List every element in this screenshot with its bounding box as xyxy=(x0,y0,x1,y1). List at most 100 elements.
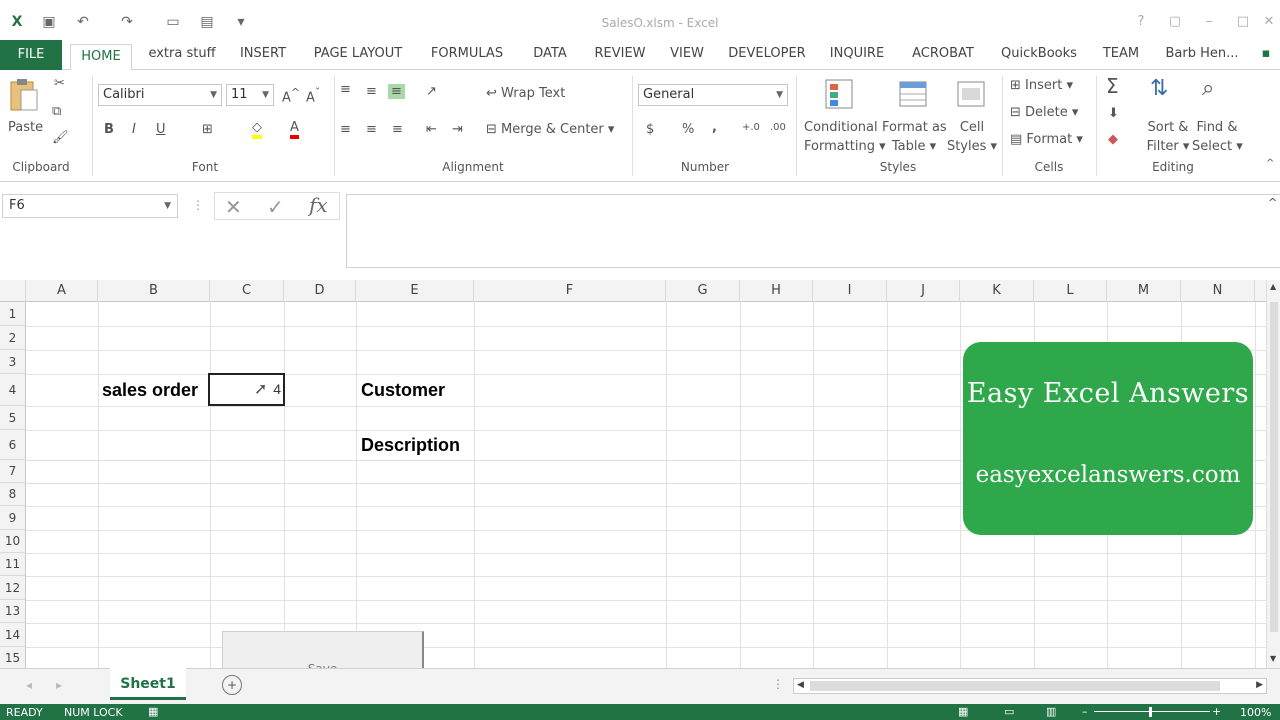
underline-button[interactable]: U xyxy=(156,122,166,137)
decrease-decimal-icon[interactable]: .00 xyxy=(770,122,786,133)
sheet-splitter-icon[interactable]: ⋮ xyxy=(772,677,784,691)
zoom-slider[interactable] xyxy=(1094,711,1210,712)
row-header-12[interactable]: 12 xyxy=(0,576,26,600)
row-header-3[interactable]: 3 xyxy=(0,350,26,374)
borders-icon[interactable]: ⊞ xyxy=(202,122,213,137)
column-header-d[interactable]: D xyxy=(284,280,356,302)
align-bottom-icon[interactable]: ≡ xyxy=(388,84,405,99)
row-header-8[interactable]: 8 xyxy=(0,483,26,506)
scroll-down-icon[interactable]: ▼ xyxy=(1270,654,1276,663)
row-header-2[interactable]: 2 xyxy=(0,326,26,350)
align-right-icon[interactable]: ≡ xyxy=(392,122,403,137)
cell-b4[interactable]: sales order xyxy=(102,380,198,401)
conditional-formatting-button[interactable]: Conditional Formatting ▾ xyxy=(804,118,886,156)
collapse-formula-bar-icon[interactable]: ^ xyxy=(1268,196,1277,209)
row-header-6[interactable]: 6 xyxy=(0,430,26,460)
tab-review[interactable]: REVIEW xyxy=(594,46,646,68)
cell-e6[interactable]: Description xyxy=(361,435,460,456)
sheet-prev-icon[interactable]: ◂ xyxy=(26,678,32,692)
close-icon[interactable]: ✕ xyxy=(1258,12,1280,32)
new-sheet-icon[interactable]: + xyxy=(222,675,242,695)
delete-cells-button[interactable]: ⊟ Delete ▾ xyxy=(1010,105,1078,120)
align-middle-icon[interactable]: ≡ xyxy=(366,84,377,99)
tab-page-layout[interactable]: PAGE LAYOUT xyxy=(308,46,408,68)
insert-function-button[interactable]: fx xyxy=(309,193,328,217)
row-header-13[interactable]: 13 xyxy=(0,600,26,623)
row-header-14[interactable]: 14 xyxy=(0,623,26,647)
undo-icon[interactable]: ↶ xyxy=(74,13,92,31)
row-header-4[interactable]: 4 xyxy=(0,374,26,406)
account-icon[interactable]: ▪ xyxy=(1256,46,1276,68)
sheet-next-icon[interactable]: ▸ xyxy=(56,678,62,692)
tab-file[interactable]: FILE xyxy=(0,40,62,70)
tab-view[interactable]: VIEW xyxy=(668,46,706,68)
tab-insert[interactable]: INSERT xyxy=(236,46,290,68)
tab-formulas[interactable]: FORMULAS xyxy=(428,46,506,68)
sheet-tab-sheet1[interactable]: Sheet1 xyxy=(110,668,186,700)
zoom-slider-thumb[interactable] xyxy=(1149,707,1152,717)
horizontal-scrollbar[interactable]: ◀ ▶ xyxy=(793,678,1267,694)
cell-styles-icon[interactable] xyxy=(956,78,988,110)
decrease-font-icon[interactable]: Aˇ xyxy=(306,86,320,105)
merge-center-button[interactable]: ⊟ Merge & Center ▾ xyxy=(486,122,614,137)
column-header-m[interactable]: M xyxy=(1107,280,1181,302)
column-header-l[interactable]: L xyxy=(1034,280,1107,302)
font-size-dropdown[interactable]: 11 ▼ xyxy=(226,84,274,106)
scroll-up-icon[interactable]: ▲ xyxy=(1270,282,1276,291)
font-color-icon[interactable]: A xyxy=(290,120,299,139)
align-left-icon[interactable]: ≡ xyxy=(340,122,351,137)
minimize-icon[interactable]: – xyxy=(1198,12,1220,32)
cut-icon[interactable]: ✂ xyxy=(54,76,65,91)
orientation-icon[interactable]: ↗ xyxy=(426,84,437,99)
zoom-level[interactable]: 100% xyxy=(1240,706,1271,719)
copy-icon[interactable]: ⧉ xyxy=(52,104,61,119)
bold-button[interactable]: B xyxy=(104,122,114,137)
column-header-g[interactable]: G xyxy=(666,280,740,302)
autosum-icon[interactable]: Σ xyxy=(1106,74,1119,98)
redo-icon[interactable]: ↷ xyxy=(118,13,136,31)
fill-color-icon[interactable]: ◇ xyxy=(252,120,262,139)
column-header-f[interactable]: F xyxy=(474,280,666,302)
enter-icon[interactable]: ✓ xyxy=(267,195,284,219)
zoom-out-icon[interactable]: – xyxy=(1082,705,1088,718)
paste-button[interactable]: Paste xyxy=(8,120,43,135)
currency-button[interactable]: $ xyxy=(646,122,654,137)
user-name[interactable]: Barb Hen... xyxy=(1160,46,1244,68)
tab-developer[interactable]: DEVELOPER xyxy=(728,46,806,68)
column-header-n[interactable]: N xyxy=(1181,280,1255,302)
column-header-b[interactable]: B xyxy=(98,280,210,302)
form-icon[interactable]: ▤ xyxy=(198,13,216,31)
maximize-icon[interactable]: □ xyxy=(1232,12,1254,32)
macro-record-icon[interactable]: ▦ xyxy=(148,705,158,718)
format-as-table-button[interactable]: Format as Table ▾ xyxy=(882,118,947,156)
column-header-k[interactable]: K xyxy=(960,280,1034,302)
find-select-icon[interactable]: ⌕ xyxy=(1202,76,1214,101)
column-header-j[interactable]: J xyxy=(887,280,960,302)
sort-filter-icon[interactable]: ⇅ xyxy=(1150,76,1168,101)
increase-font-icon[interactable]: A^ xyxy=(282,86,300,105)
comma-button[interactable]: , xyxy=(712,120,717,135)
clear-icon[interactable]: ◆ xyxy=(1108,132,1118,147)
scroll-left-icon[interactable]: ◀ xyxy=(797,680,804,690)
font-name-dropdown[interactable]: Calibri ▼ xyxy=(98,84,222,106)
column-header-c[interactable]: C xyxy=(210,280,284,302)
cancel-icon[interactable]: ✕ xyxy=(225,195,242,219)
format-as-table-icon[interactable] xyxy=(898,78,930,110)
column-header-a[interactable]: A xyxy=(26,280,98,302)
number-format-dropdown[interactable]: General ▼ xyxy=(638,84,788,106)
row-header-11[interactable]: 11 xyxy=(0,553,26,576)
tab-quickbooks[interactable]: QuickBooks xyxy=(998,46,1080,68)
row-header-10[interactable]: 10 xyxy=(0,530,26,553)
column-header-i[interactable]: I xyxy=(813,280,887,302)
column-header-e[interactable]: E xyxy=(356,280,474,302)
customize-qat-icon[interactable]: ▾ xyxy=(232,13,250,31)
row-header-1[interactable]: 1 xyxy=(0,302,26,326)
align-center-icon[interactable]: ≡ xyxy=(366,122,377,137)
paste-icon[interactable] xyxy=(8,78,40,111)
row-header-9[interactable]: 9 xyxy=(0,506,26,530)
row-header-15[interactable]: 15 xyxy=(0,647,26,668)
row-header-5[interactable]: 5 xyxy=(0,406,26,430)
decrease-indent-icon[interactable]: ⇤ xyxy=(426,122,437,137)
tab-team[interactable]: TEAM xyxy=(1100,46,1142,68)
column-header-h[interactable]: H xyxy=(740,280,813,302)
